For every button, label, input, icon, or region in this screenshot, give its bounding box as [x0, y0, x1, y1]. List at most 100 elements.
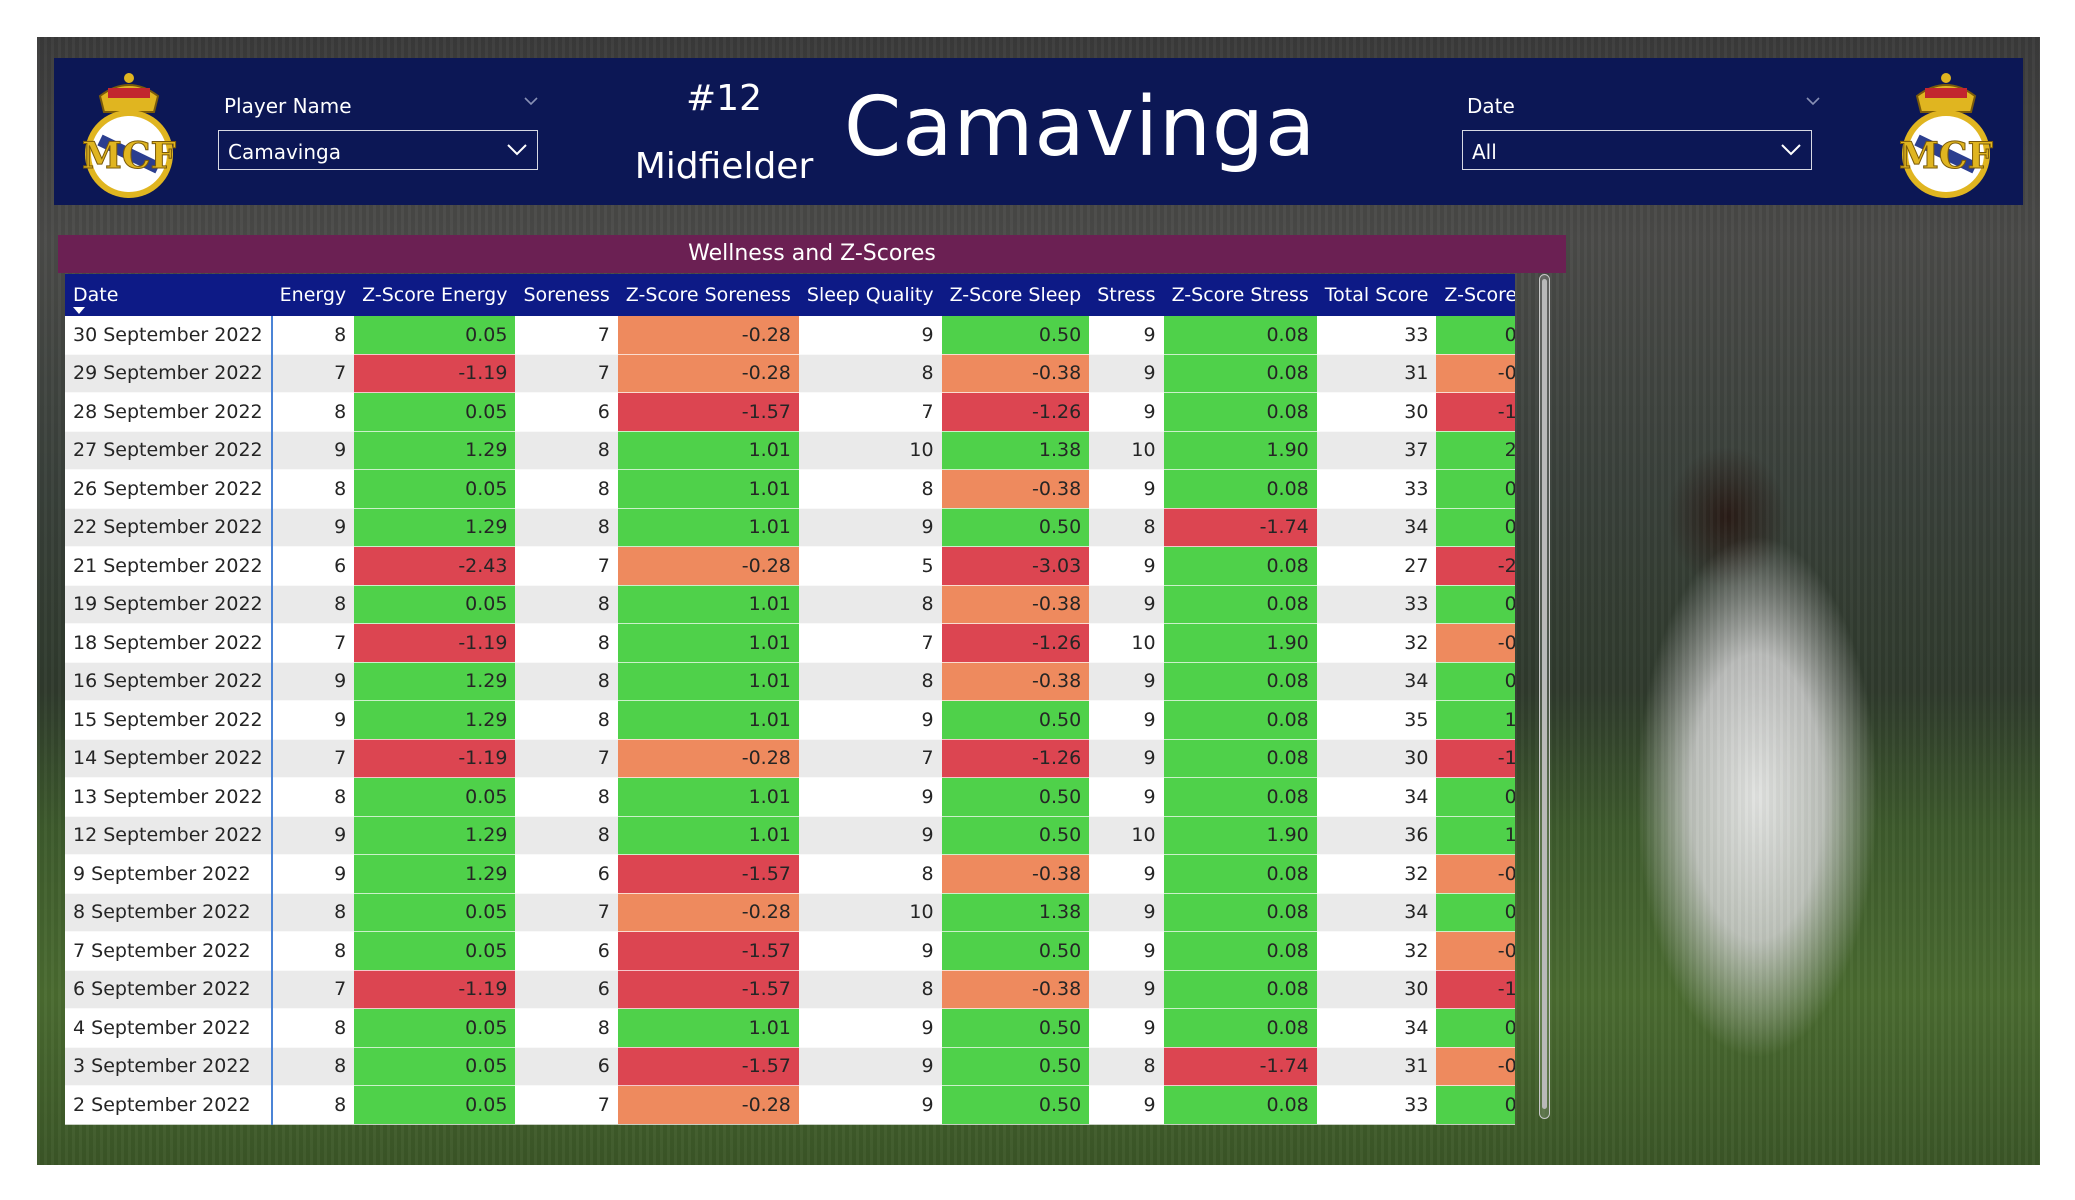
z-score-cell: -0.28: [617, 316, 799, 355]
z-score-cell: 1.01: [617, 777, 799, 817]
z-score-cell: -1.26: [941, 739, 1090, 778]
table-row[interactable]: 21 September 2022 6 -2.43 7 -0.28 5 -3.03 9 0.08…: [65, 546, 1515, 586]
table-scrollbar-thumb[interactable]: [1542, 279, 1547, 1109]
z-score-cell: 1.29: [354, 662, 516, 701]
value-cell: 6: [271, 546, 355, 586]
value-cell: 33: [1316, 469, 1437, 509]
z-score-cell: 0.20: [1436, 316, 1515, 355]
column-header-total-score[interactable]: Total Score: [1316, 274, 1437, 316]
table-row[interactable]: 12 September 2022 9 1.29 8 1.01 9 0.50 10 1.90 36…: [65, 816, 1515, 855]
table-row[interactable]: 19 September 2022 8 0.05 8 1.01 8 -0.38 9 0.08 33…: [65, 585, 1515, 624]
value-cell: 35: [1316, 700, 1437, 740]
date-cell: 2 September 2022: [65, 1085, 273, 1125]
value-cell: 6: [515, 931, 618, 971]
date-cell: 19 September 2022: [65, 585, 273, 624]
player-name-dropdown[interactable]: Camavinga: [218, 130, 538, 170]
date-dropdown[interactable]: All: [1462, 130, 1812, 170]
z-score-cell: 0.08: [1163, 469, 1317, 509]
table-row[interactable]: 27 September 2022 9 1.29 8 1.01 10 1.38 10 1.90 3…: [65, 431, 1515, 470]
date-cell: 13 September 2022: [65, 777, 273, 817]
table-row[interactable]: 26 September 2022 8 0.05 8 1.01 8 -0.38 9 0.08 33…: [65, 469, 1515, 509]
column-header-z-score-stress[interactable]: Z-Score Stress: [1163, 274, 1317, 316]
date-collapse-chevron-icon[interactable]: [1806, 94, 1820, 108]
value-cell: 7: [798, 623, 942, 663]
z-score-cell: 0.08: [1163, 893, 1317, 932]
value-cell: 31: [1316, 354, 1437, 393]
table-row[interactable]: 9 September 2022 9 1.29 6 -1.57 8 -0.38 9 0.08 32…: [65, 854, 1515, 894]
value-cell: 9: [798, 931, 942, 971]
column-header-soreness[interactable]: Soreness: [515, 274, 618, 316]
value-cell: 9: [271, 854, 355, 894]
date-cell: 21 September 2022: [65, 546, 273, 586]
z-score-cell: 0.08: [1163, 931, 1317, 971]
value-cell: 10: [1089, 816, 1164, 855]
value-cell: 7: [798, 739, 942, 778]
z-score-cell: 1.29: [354, 700, 516, 740]
z-score-cell: -1.57: [617, 1047, 799, 1086]
table-row[interactable]: 22 September 2022 9 1.29 8 1.01 9 0.50 8 -1.74 34…: [65, 508, 1515, 547]
value-cell: 7: [798, 392, 942, 432]
table-row[interactable]: 15 September 2022 9 1.29 8 1.01 9 0.50 9 0.08 35 1…: [65, 700, 1515, 740]
z-score-cell: 1.90: [1163, 623, 1317, 663]
column-header-date[interactable]: Date: [65, 274, 272, 316]
value-cell: 8: [271, 777, 355, 817]
table-row[interactable]: 3 September 2022 8 0.05 6 -1.57 9 0.50 8 -1.74 31…: [65, 1047, 1515, 1086]
column-header-stress[interactable]: Stress: [1089, 274, 1164, 316]
z-score-cell: -1.19: [1436, 739, 1515, 778]
z-score-cell: 0.50: [941, 1008, 1090, 1048]
value-cell: 36: [1316, 816, 1437, 855]
z-score-cell: 1.90: [1163, 816, 1317, 855]
value-cell: 9: [1089, 739, 1164, 778]
value-cell: 10: [798, 431, 942, 470]
z-score-cell: -1.19: [354, 623, 516, 663]
date-cell: 30 September 2022: [65, 316, 273, 355]
table-row[interactable]: 2 September 2022 8 0.05 7 -0.28 9 0.50 9 0.08 33 0…: [65, 1085, 1515, 1125]
table-row[interactable]: 4 September 202280.0581.0190.5090.08340.…: [65, 1008, 1515, 1048]
column-header-z-score-energy[interactable]: Z-Score Energy: [354, 274, 516, 316]
z-score-cell: 0.05: [354, 931, 516, 971]
table-row[interactable]: 13 September 2022 8 0.05 8 1.01 9 0.50 9 0.08 34 0…: [65, 777, 1515, 817]
player-name-slicer-label: Player Name: [224, 94, 352, 118]
table-row[interactable]: 18 September 2022 7 -1.19 8 1.01 7 -1.26 10 1.90…: [65, 623, 1515, 663]
table-row[interactable]: 7 September 2022 8 0.05 6 -1.57 9 0.50 9 0.08 32-…: [65, 931, 1515, 971]
value-cell: 9: [1089, 1008, 1164, 1048]
z-score-cell: 0.20: [1436, 585, 1515, 624]
value-cell: 7: [515, 316, 618, 355]
value-cell: 9: [1089, 700, 1164, 740]
value-cell: 8: [515, 816, 618, 855]
table-row[interactable]: 29 September 2022 7 -1.19 7 -0.28 8 -0.38 9 0.08…: [65, 354, 1515, 393]
value-cell: 8: [798, 354, 942, 393]
value-cell: 32: [1316, 623, 1437, 663]
value-cell: 9: [1089, 1085, 1164, 1125]
column-header-z-score-sleep[interactable]: Z-Score Sleep: [941, 274, 1090, 316]
value-cell: 8: [515, 1008, 618, 1048]
value-cell: 8: [798, 662, 942, 701]
z-score-cell: 0.66: [1436, 1008, 1515, 1048]
value-cell: 8: [798, 854, 942, 894]
z-score-cell: -0.26: [1436, 931, 1515, 971]
column-header-z-score-ts[interactable]: Z-Score TS: [1436, 274, 1515, 316]
column-header-z-score-soreness[interactable]: Z-Score Soreness: [617, 274, 799, 316]
table-row[interactable]: 6 September 2022 7 -1.19 6 -1.57 8 -0.38 9 0.08 3…: [65, 970, 1515, 1009]
table-row[interactable]: 16 September 2022 9 1.29 8 1.01 8 -0.38 9 0.08 34…: [65, 662, 1515, 701]
table-row[interactable]: 30 September 2022 8 0.05 7 -0.28 9 0.50 9 0.08 33…: [65, 316, 1515, 355]
date-cell: 7 September 2022: [65, 931, 273, 971]
value-cell: 10: [798, 893, 942, 932]
z-score-cell: -1.19: [354, 739, 516, 778]
player-name-collapse-chevron-icon[interactable]: [524, 94, 538, 108]
value-cell: 9: [1089, 931, 1164, 971]
table-row[interactable]: 28 September 2022 8 0.05 6 -1.57 7 -1.26 9 0.08 3…: [65, 392, 1515, 432]
z-score-cell: -2.57: [1436, 546, 1515, 586]
date-slicer-label: Date: [1467, 94, 1515, 118]
value-cell: 9: [1089, 585, 1164, 624]
table-scrollbar[interactable]: [1539, 274, 1550, 1119]
table-row[interactable]: 14 September 2022 7 -1.19 7 -0.28 7 -1.26 9 0.08…: [65, 739, 1515, 778]
table-row[interactable]: 8 September 2022 8 0.05 7 -0.28 10 1.38 9 0.08 34…: [65, 893, 1515, 932]
column-header-energy[interactable]: Energy: [271, 274, 355, 316]
z-score-cell: -0.28: [617, 893, 799, 932]
column-header-sleep-quality[interactable]: Sleep Quality: [798, 274, 942, 316]
z-score-cell: 0.50: [941, 816, 1090, 855]
wellness-table-container[interactable]: Date Energy Z-Score Energy Soreness Z-Score …: [65, 274, 1515, 1158]
z-score-cell: -1.74: [1163, 1047, 1317, 1086]
value-cell: 9: [798, 1047, 942, 1086]
